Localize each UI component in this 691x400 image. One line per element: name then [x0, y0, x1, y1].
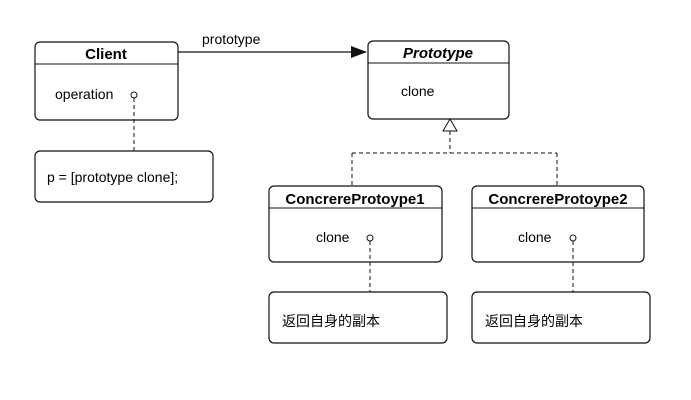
class-name: ConcrereProtoype1	[285, 191, 424, 208]
association-label: prototype	[202, 31, 261, 47]
note-text: 返回自身的副本	[485, 313, 583, 329]
note-concrete-2: 返回自身的副本	[471, 291, 651, 344]
class-name: Client	[85, 46, 127, 63]
class-member: clone	[316, 229, 350, 245]
class-member: clone	[518, 229, 552, 245]
note-text: 返回自身的副本	[282, 313, 380, 329]
class-concrete-prototype-2[interactable]: ConcrereProtoype2 clone	[471, 185, 645, 263]
note-client: p = [prototype clone];	[34, 150, 214, 203]
note-anchor-icon	[366, 234, 374, 242]
class-concrete-prototype-1[interactable]: ConcrereProtoype1 clone	[268, 185, 443, 263]
inheritance-triangle-icon	[442, 118, 458, 132]
note-text: p = [prototype clone];	[47, 169, 178, 185]
class-name: ConcrereProtoype2	[488, 191, 627, 208]
class-member: clone	[401, 83, 435, 99]
generalization	[351, 118, 558, 186]
note-anchor-icon	[130, 91, 138, 99]
class-prototype[interactable]: Prototype clone	[367, 40, 510, 120]
association-client-prototype: prototype	[178, 31, 367, 58]
note-anchor-icon	[569, 234, 577, 242]
class-name: Prototype	[403, 45, 473, 62]
uml-class-diagram: prototype Client operation p = [prototyp…	[34, 31, 651, 344]
class-client[interactable]: Client operation	[34, 41, 179, 121]
note-concrete-1: 返回自身的副本	[268, 291, 448, 344]
class-member: operation	[55, 86, 113, 102]
